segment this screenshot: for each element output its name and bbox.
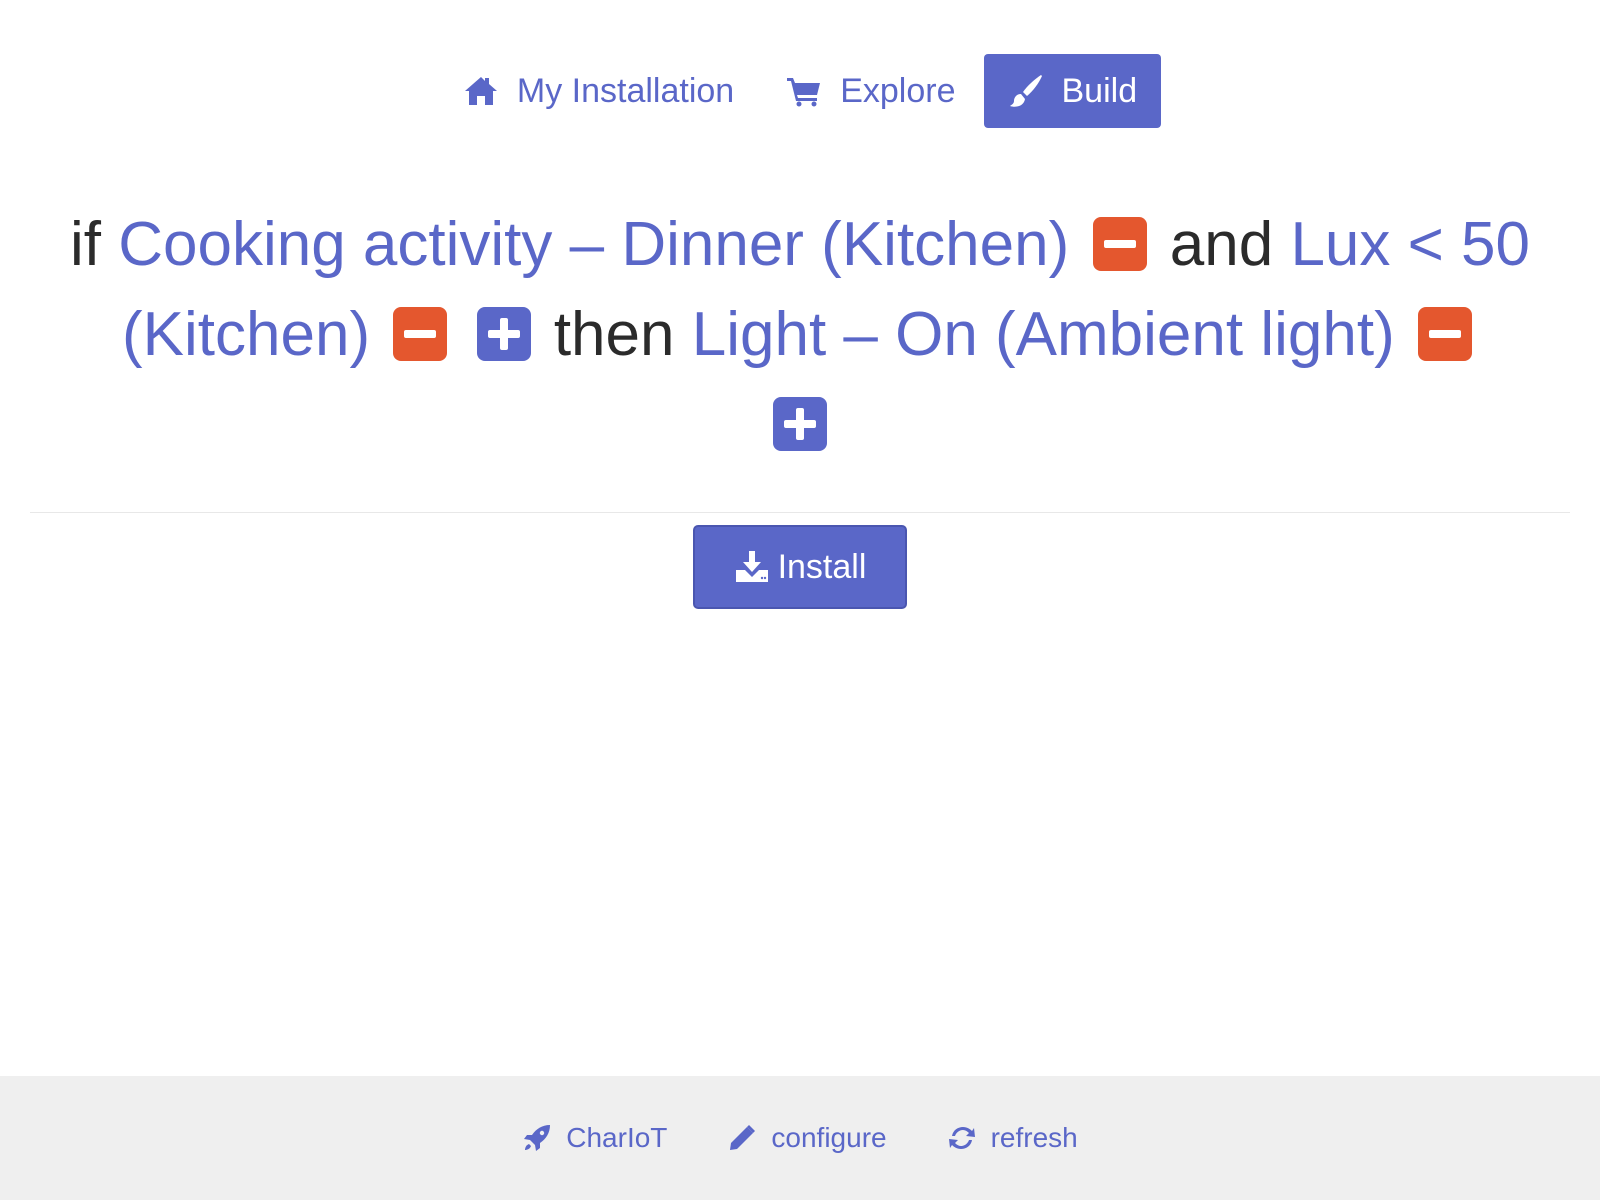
cart-icon: [786, 73, 822, 109]
trigger-cooking-activity[interactable]: Cooking activity – Dinner (Kitchen): [118, 210, 1069, 279]
plus-icon-vertical: [796, 408, 804, 440]
nav-build[interactable]: Build: [983, 54, 1162, 128]
install-button-label: Install: [777, 547, 867, 586]
plus-icon-vertical: [499, 318, 508, 350]
footer-chariot-label: CharIoT: [566, 1122, 668, 1153]
if-keyword: if: [69, 210, 101, 279]
top-nav: My Installation Explore Build: [0, 54, 1600, 128]
nav-my-installation[interactable]: My Installation: [439, 54, 758, 128]
footer-refresh-link[interactable]: refresh: [947, 1122, 1078, 1154]
remove-action-button[interactable]: [1417, 307, 1472, 361]
pencil-icon: [727, 1123, 757, 1153]
minus-icon: [1428, 330, 1461, 338]
nav-explore-label: Explore: [840, 71, 956, 110]
download-icon: [734, 549, 770, 585]
nav-my-installation-label: My Installation: [516, 71, 735, 110]
add-trigger-button[interactable]: [476, 307, 531, 361]
minus-icon: [404, 330, 437, 338]
divider: [30, 512, 1570, 513]
nav-build-label: Build: [1061, 71, 1138, 110]
refresh-icon: [947, 1123, 977, 1153]
install-button[interactable]: Install: [693, 525, 907, 609]
footer: CharIoT configure refresh: [0, 1076, 1600, 1200]
paintbrush-icon: [1008, 73, 1044, 109]
then-keyword: then: [553, 300, 675, 369]
remove-trigger-button[interactable]: [393, 307, 448, 361]
rocket-icon: [522, 1123, 552, 1153]
rule-sentence: if Cooking activity – Dinner (Kitchen) a…: [60, 200, 1540, 470]
footer-configure-label: configure: [771, 1122, 887, 1153]
page: My Installation Explore Build if Cooking…: [0, 0, 1600, 1200]
nav-explore[interactable]: Explore: [762, 54, 979, 128]
home-icon: [463, 73, 499, 109]
footer-refresh-label: refresh: [990, 1122, 1078, 1153]
action-light-on[interactable]: Light – On (Ambient light): [692, 300, 1395, 369]
minus-icon: [1103, 240, 1136, 248]
footer-chariot-link[interactable]: CharIoT: [522, 1122, 667, 1154]
add-action-button[interactable]: [773, 397, 827, 451]
footer-configure-link[interactable]: configure: [727, 1122, 887, 1154]
remove-trigger-button[interactable]: [1092, 217, 1147, 271]
and-keyword: and: [1169, 210, 1274, 279]
